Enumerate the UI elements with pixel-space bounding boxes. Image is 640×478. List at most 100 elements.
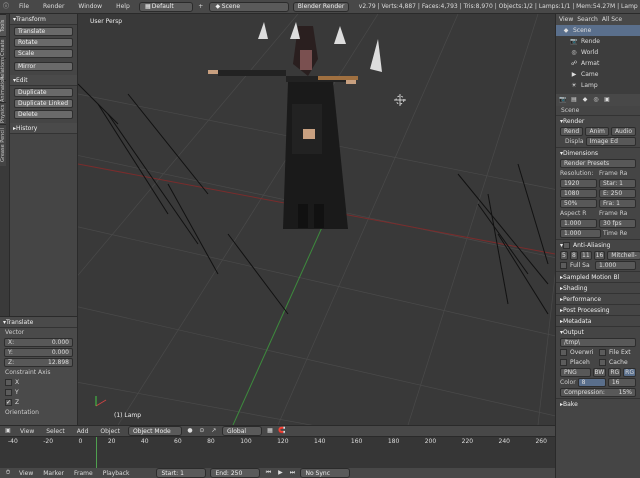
- aa-samples-5[interactable]: 5: [560, 251, 568, 260]
- tab-tools[interactable]: Tools: [0, 14, 6, 36]
- timeline-menu-playback[interactable]: Playback: [100, 470, 133, 477]
- info-editor-icon[interactable]: ⓘ: [2, 3, 10, 11]
- motion-blur-panel-header[interactable]: ▸ Sampled Motion Bl: [556, 271, 640, 282]
- color-depth-16[interactable]: 16: [607, 378, 637, 387]
- jump-start-icon[interactable]: ⏮: [264, 469, 272, 477]
- vector-x-field[interactable]: X: 0.000: [4, 338, 73, 347]
- dimensions-panel-header[interactable]: ▾ Dimensions: [556, 147, 640, 158]
- outliner-item-lamp[interactable]: ☀ Lamp: [556, 80, 640, 91]
- frame-step-field[interactable]: Fra: 1: [599, 199, 636, 208]
- aa-samples-8[interactable]: 8: [570, 251, 578, 260]
- scale-button[interactable]: Scale: [14, 49, 73, 58]
- end-frame-field[interactable]: End: 250: [210, 468, 261, 478]
- outliner-item-render[interactable]: 📷 Rende: [556, 36, 640, 47]
- resolution-y-field[interactable]: 1080: [560, 189, 597, 198]
- duplicate-linked-button[interactable]: Duplicate Linked: [14, 99, 73, 108]
- outliner-tab-search[interactable]: Search: [577, 16, 598, 23]
- timeline-menu-marker[interactable]: Marker: [40, 470, 67, 477]
- transform-panel-header[interactable]: ▾ Transform: [10, 14, 77, 25]
- layers-icon[interactable]: ▦: [266, 427, 274, 435]
- add-layout-icon[interactable]: +: [197, 3, 205, 11]
- color-rgba-button[interactable]: RG: [623, 368, 636, 377]
- timeline-ruler[interactable]: -40 -20 0 20 40 60 80 100 120 140 160 18…: [0, 436, 555, 468]
- file-format-select[interactable]: PNG: [560, 368, 591, 377]
- post-processing-panel-header[interactable]: ▸ Post Processing: [556, 304, 640, 315]
- shading-icon[interactable]: ●: [186, 427, 194, 435]
- duplicate-button[interactable]: Duplicate: [14, 88, 73, 97]
- aa-samples-11[interactable]: 11: [580, 251, 592, 260]
- play-icon[interactable]: ▶: [276, 469, 284, 477]
- display-select[interactable]: Image Ed: [585, 137, 636, 146]
- shading-panel-header[interactable]: ▸ Shading: [556, 282, 640, 293]
- manipulator-icon[interactable]: ↗: [210, 427, 218, 435]
- start-frame-field[interactable]: Start: 1: [156, 468, 207, 478]
- aa-filter-select[interactable]: Mitchell-: [607, 251, 640, 260]
- bake-panel-header[interactable]: ▸ Bake: [556, 398, 640, 409]
- menu-file[interactable]: File: [14, 3, 34, 10]
- 3d-cursor[interactable]: [394, 94, 406, 106]
- tab-physics[interactable]: Physics: [0, 102, 6, 124]
- frame-end-field[interactable]: E: 250: [599, 189, 636, 198]
- render-panel-header[interactable]: ▾ Render: [556, 115, 640, 126]
- orientation-select[interactable]: Global: [221, 426, 262, 436]
- metadata-panel-header[interactable]: ▸ Metadata: [556, 315, 640, 326]
- axis-y-checkbox[interactable]: Y: [5, 388, 72, 397]
- view3d-editor-icon[interactable]: ▣: [4, 427, 12, 435]
- sync-select[interactable]: No Sync: [300, 468, 351, 478]
- resolution-percent-field[interactable]: 50%: [560, 199, 597, 208]
- translate-button[interactable]: Translate: [14, 27, 73, 36]
- outliner-item-armature[interactable]: ☍ Armat: [556, 58, 640, 69]
- current-frame-line[interactable]: [96, 437, 97, 468]
- full-sample-checkbox[interactable]: Full Sa: [560, 261, 593, 270]
- menu-render[interactable]: Render: [38, 3, 69, 10]
- mirror-button[interactable]: Mirror: [14, 62, 73, 71]
- menu-view[interactable]: View: [16, 428, 38, 435]
- redo-panel-header[interactable]: ▾ Translate: [0, 317, 77, 328]
- outliner-item-world[interactable]: ◎ World: [556, 47, 640, 58]
- render-context-icon[interactable]: 📷: [559, 96, 567, 104]
- timeline-editor-icon[interactable]: ⏱: [4, 469, 12, 477]
- animation-button[interactable]: Anim: [585, 127, 609, 136]
- overwrite-checkbox[interactable]: Overwri: [560, 348, 597, 357]
- cache-checkbox[interactable]: Cache: [599, 358, 636, 367]
- jump-end-icon[interactable]: ⏭: [288, 469, 296, 477]
- menu-add[interactable]: Add: [73, 428, 93, 435]
- history-panel-header[interactable]: ▸ History: [10, 123, 77, 134]
- output-path-field[interactable]: /tmp\: [560, 338, 636, 347]
- fps-select[interactable]: 30 fps: [599, 219, 636, 228]
- color-depth-8[interactable]: 8: [577, 378, 606, 387]
- outliner-item-scene[interactable]: ◆ Scene: [556, 25, 640, 36]
- render-button[interactable]: Rend: [560, 127, 584, 136]
- layout-select[interactable]: ▦ Default: [138, 1, 193, 12]
- antialiasing-panel-header[interactable]: ▾ Anti-Aliasing: [556, 239, 640, 250]
- tab-animation[interactable]: Animation: [0, 77, 6, 102]
- pivot-icon[interactable]: ⊙: [198, 427, 206, 435]
- snap-icon[interactable]: 🧲: [278, 427, 286, 435]
- world-context-icon[interactable]: ◎: [592, 96, 600, 104]
- file-ext-checkbox[interactable]: File Ext: [599, 348, 636, 357]
- frame-start-field[interactable]: Star: 1: [599, 179, 636, 188]
- placeholders-checkbox[interactable]: Placeh: [560, 358, 597, 367]
- audio-button[interactable]: Audio: [610, 127, 636, 136]
- 3d-viewport[interactable]: User Persp (1) Lamp: [78, 14, 555, 425]
- color-rgb-button[interactable]: RG: [608, 368, 622, 377]
- edit-panel-header[interactable]: ▾ Edit: [10, 75, 77, 86]
- outliner-tab-all[interactable]: All Sce: [602, 16, 622, 23]
- engine-select[interactable]: Blender Render: [292, 1, 349, 12]
- timeline-menu-frame[interactable]: Frame: [71, 470, 96, 477]
- menu-object[interactable]: Object: [96, 428, 124, 435]
- menu-window[interactable]: Window: [73, 3, 107, 10]
- vector-y-field[interactable]: Y: 0.000: [4, 348, 73, 357]
- delete-button[interactable]: Delete: [14, 110, 73, 119]
- layers-context-icon[interactable]: ▤: [570, 96, 578, 104]
- vector-z-field[interactable]: Z: 12.898: [4, 358, 73, 367]
- scene-select[interactable]: ◆ Scene: [208, 1, 289, 12]
- performance-panel-header[interactable]: ▸ Performance: [556, 293, 640, 304]
- render-presets-select[interactable]: Render Presets: [560, 159, 636, 168]
- aa-samples-16[interactable]: 16: [593, 251, 606, 260]
- antialiasing-checkbox[interactable]: [563, 241, 571, 249]
- timeline-menu-view[interactable]: View: [16, 470, 36, 477]
- tab-grease-pencil[interactable]: Grease Pencil: [0, 124, 6, 166]
- axis-z-checkbox[interactable]: ✓ Z: [5, 398, 72, 407]
- menu-help[interactable]: Help: [111, 3, 135, 10]
